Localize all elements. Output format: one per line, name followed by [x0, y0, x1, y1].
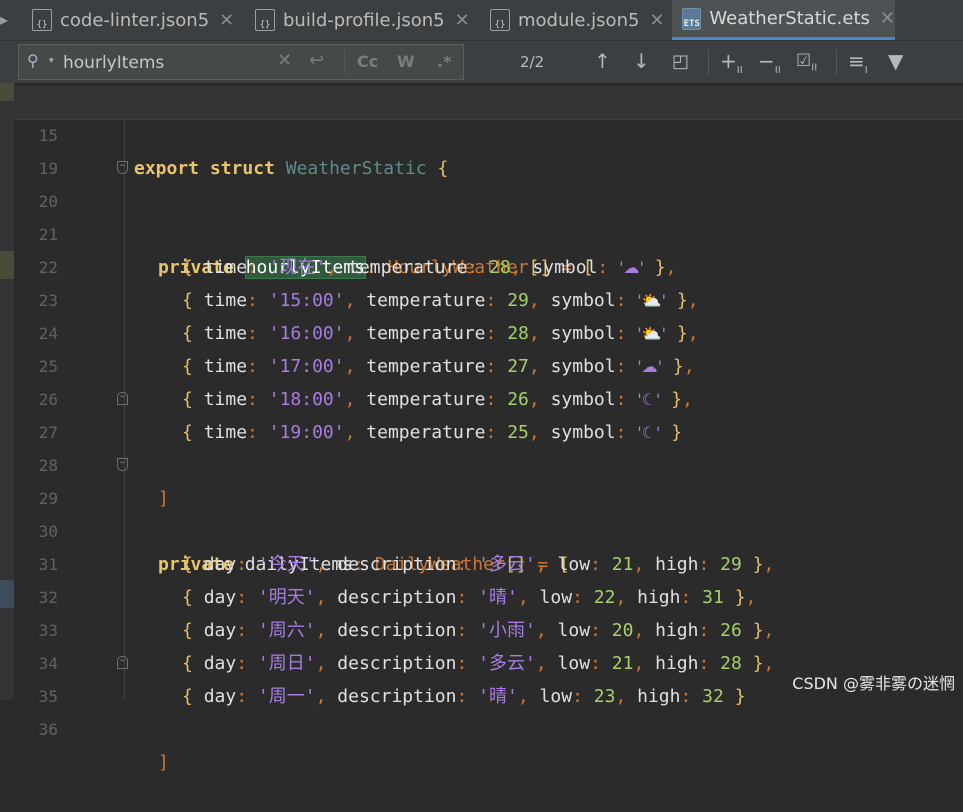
marker	[0, 83, 14, 101]
json-file-icon: {}	[255, 9, 275, 31]
json-file-icon: {}	[490, 9, 510, 31]
code-line[interactable]: 32 { day: '周六', description: '小雨', low: …	[14, 548, 963, 641]
tab-module[interactable]: {} module.json5 ✕	[490, 0, 665, 40]
editor-tab-bar: ▸ {} code-linter.json5 ✕ {} build-profil…	[0, 0, 963, 41]
code-line[interactable]: 25 { time: '18:00', temperature: 26, sym…	[14, 317, 963, 410]
sticky-line[interactable]: 15 export struct WeatherStatic {	[14, 86, 963, 179]
close-icon[interactable]: ✕	[455, 10, 470, 31]
open-in-window-icon[interactable]: ◰	[672, 51, 689, 72]
filter-search-results-icon[interactable]: ≡I	[848, 49, 868, 76]
tab-weather-static[interactable]: ETS WeatherStatic.ets ✕	[672, 0, 895, 40]
code-line[interactable]: 19	[14, 119, 963, 178]
tab-code-linter[interactable]: {} code-linter.json5 ✕	[32, 0, 234, 40]
marker	[0, 251, 14, 279]
left-tool-strip	[0, 83, 14, 700]
previous-occurrence-icon[interactable]: ↑	[594, 49, 611, 73]
close-icon[interactable]: ✕	[880, 8, 895, 29]
watermark: CSDN @雾非雾の迷惘	[792, 674, 955, 693]
code-line[interactable]: 33 { day: '周日', description: '多云', low: …	[14, 581, 963, 674]
add-occurrence-icon[interactable]: +II	[720, 49, 743, 76]
tab-build-profile[interactable]: {} build-profile.json5 ✕	[255, 0, 470, 40]
tab-label: code-linter.json5	[60, 9, 210, 31]
code-line[interactable]: 31 { day: '明天', description: '晴', low: 2…	[14, 515, 963, 608]
tab-label: build-profile.json5	[283, 9, 445, 31]
select-all-occurrences-icon[interactable]: ☑II	[796, 51, 817, 73]
search-field: ⚲ ▾ ✕ ↩ Cc W .*	[18, 44, 464, 80]
tab-overflow-indicator[interactable]: ▸	[0, 10, 8, 30]
regex-button[interactable]: .*	[437, 52, 451, 71]
code-line[interactable]: 26 { time: '19:00', temperature: 25, sym…	[14, 350, 963, 443]
fold-collapse-icon[interactable]: −	[117, 458, 128, 471]
tab-label: module.json5	[518, 9, 640, 31]
find-bar: ⚲ ▾ ✕ ↩ Cc W .* 2/2 ↑ ↓ ◰ +II −II ☑II ≡I…	[0, 41, 963, 84]
code-line[interactable]: 28	[14, 416, 963, 475]
code-line[interactable]: 24 { time: '17:00', temperature: 27, sym…	[14, 284, 963, 377]
clear-search-icon[interactable]: ✕	[277, 50, 292, 71]
code-line[interactable]: 22 { time: '15:00', temperature: 29, sym…	[14, 218, 963, 311]
remove-occurrence-icon[interactable]: −II	[758, 49, 781, 76]
divider	[708, 49, 709, 75]
close-icon[interactable]: ✕	[219, 10, 234, 31]
fold-end-icon[interactable]: −	[117, 656, 128, 669]
code-line[interactable]: 29 − private dailyItems: DailyWeather[] …	[14, 449, 963, 575]
code-text: ]	[158, 752, 169, 773]
fold-collapse-icon[interactable]: −	[117, 161, 128, 174]
divider	[836, 49, 837, 75]
match-case-button[interactable]: Cc	[357, 52, 378, 71]
fold-end-icon[interactable]: −	[117, 392, 128, 405]
divider	[344, 49, 345, 75]
filter-icon[interactable]: ▼	[888, 49, 903, 73]
code-line[interactable]: 27 − ]	[14, 383, 963, 509]
tab-label: WeatherStatic.ets	[709, 8, 870, 29]
code-line[interactable]: 23 { time: '16:00', temperature: 28, sym…	[14, 251, 963, 344]
marker	[0, 580, 14, 608]
code-line[interactable]: 20 − private hourlyItems: HourlyWeather[…	[14, 152, 963, 279]
new-line-icon[interactable]: ↩	[309, 50, 324, 71]
search-input[interactable]	[61, 50, 285, 76]
code-line[interactable]: 30 { day: '今天', description: '多云', low: …	[14, 482, 963, 575]
ets-file-icon: ETS	[682, 7, 702, 30]
code-editor[interactable]: 15 export struct WeatherStatic { 19 20 −…	[14, 83, 963, 773]
close-icon[interactable]: ✕	[649, 10, 664, 31]
code-line[interactable]: 34 { day: '周一', description: '晴', low: 2…	[14, 614, 963, 707]
json-file-icon: {}	[32, 9, 52, 31]
code-line[interactable]: 21 { time: '现在', temperature: 28, symbol…	[14, 185, 963, 278]
next-occurrence-icon[interactable]: ↓	[633, 49, 650, 73]
search-icon[interactable]: ⚲	[27, 51, 39, 70]
search-history-chevron-icon[interactable]: ▾	[49, 56, 54, 66]
match-count: 2/2	[520, 53, 545, 71]
line-number: 36	[38, 720, 58, 739]
whole-words-button[interactable]: W	[397, 52, 415, 71]
